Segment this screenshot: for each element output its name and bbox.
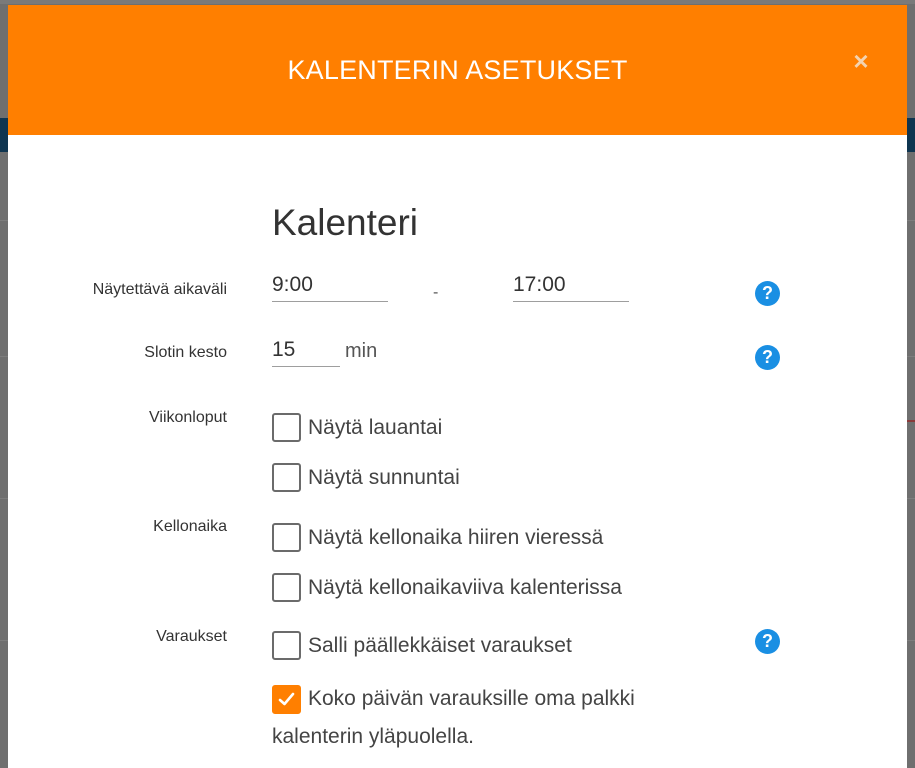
modal-header: KALENTERIN ASETUKSET ×: [8, 5, 907, 135]
start-time-input[interactable]: [272, 273, 388, 302]
section-title: Kalenteri: [272, 202, 419, 243]
allow-overlapping-option[interactable]: Salli päällekkäiset varaukset: [272, 631, 572, 661]
allow-overlapping-label: Salli päällekkäiset varaukset: [308, 634, 572, 657]
close-icon[interactable]: ×: [849, 48, 873, 74]
show-clock-near-mouse-label: Näytä kellonaika hiiren vieressä: [308, 526, 604, 549]
show-saturday-checkbox[interactable]: [272, 413, 301, 442]
all-day-bar-checkbox[interactable]: [272, 684, 301, 714]
background-top-strip: [0, 0, 915, 4]
time-range-label: Näytettävä aikaväli: [92, 281, 227, 298]
allow-overlapping-checkbox[interactable]: [272, 631, 301, 660]
show-clock-near-mouse-checkbox[interactable]: [272, 523, 301, 552]
slot-duration-input[interactable]: [272, 338, 340, 367]
show-saturday-option[interactable]: Näytä lauantai: [272, 413, 442, 443]
show-sunday-option[interactable]: Näytä sunnuntai: [272, 463, 460, 493]
show-time-line-label: Näytä kellonaikaviiva kalenterissa: [308, 576, 622, 599]
bookings-label: Varaukset: [156, 628, 227, 645]
show-time-line-checkbox[interactable]: [272, 573, 301, 602]
checkmark-icon: [278, 692, 295, 705]
show-clock-near-mouse-option[interactable]: Näytä kellonaika hiiren vieressä: [272, 523, 603, 553]
help-slot-duration-icon[interactable]: ?: [755, 345, 780, 370]
end-time-input[interactable]: [513, 273, 629, 302]
modal-title: KALENTERIN ASETUKSET: [287, 54, 628, 85]
show-time-line-option[interactable]: Näytä kellonaikaviiva kalenterissa: [272, 573, 622, 603]
all-day-bar-option[interactable]: Koko päivän varauksille oma palkki kalen…: [272, 680, 692, 756]
clock-label: Kellonaika: [153, 518, 227, 535]
slot-duration-label: Slotin kesto: [144, 344, 227, 361]
calendar-settings-modal: KALENTERIN ASETUKSET × Kalenteri Näytett…: [8, 5, 907, 768]
all-day-bar-label: Koko päivän varauksille oma palkki kalen…: [272, 687, 635, 748]
help-time-range-icon[interactable]: ?: [755, 281, 780, 306]
time-range-separator: -: [433, 284, 439, 301]
show-saturday-label: Näytä lauantai: [308, 416, 443, 439]
show-sunday-label: Näytä sunnuntai: [308, 466, 460, 489]
weekends-label: Viikonloput: [149, 409, 227, 426]
show-sunday-checkbox[interactable]: [272, 463, 301, 492]
help-bookings-icon[interactable]: ?: [755, 629, 780, 654]
slot-duration-unit: min: [345, 340, 378, 362]
